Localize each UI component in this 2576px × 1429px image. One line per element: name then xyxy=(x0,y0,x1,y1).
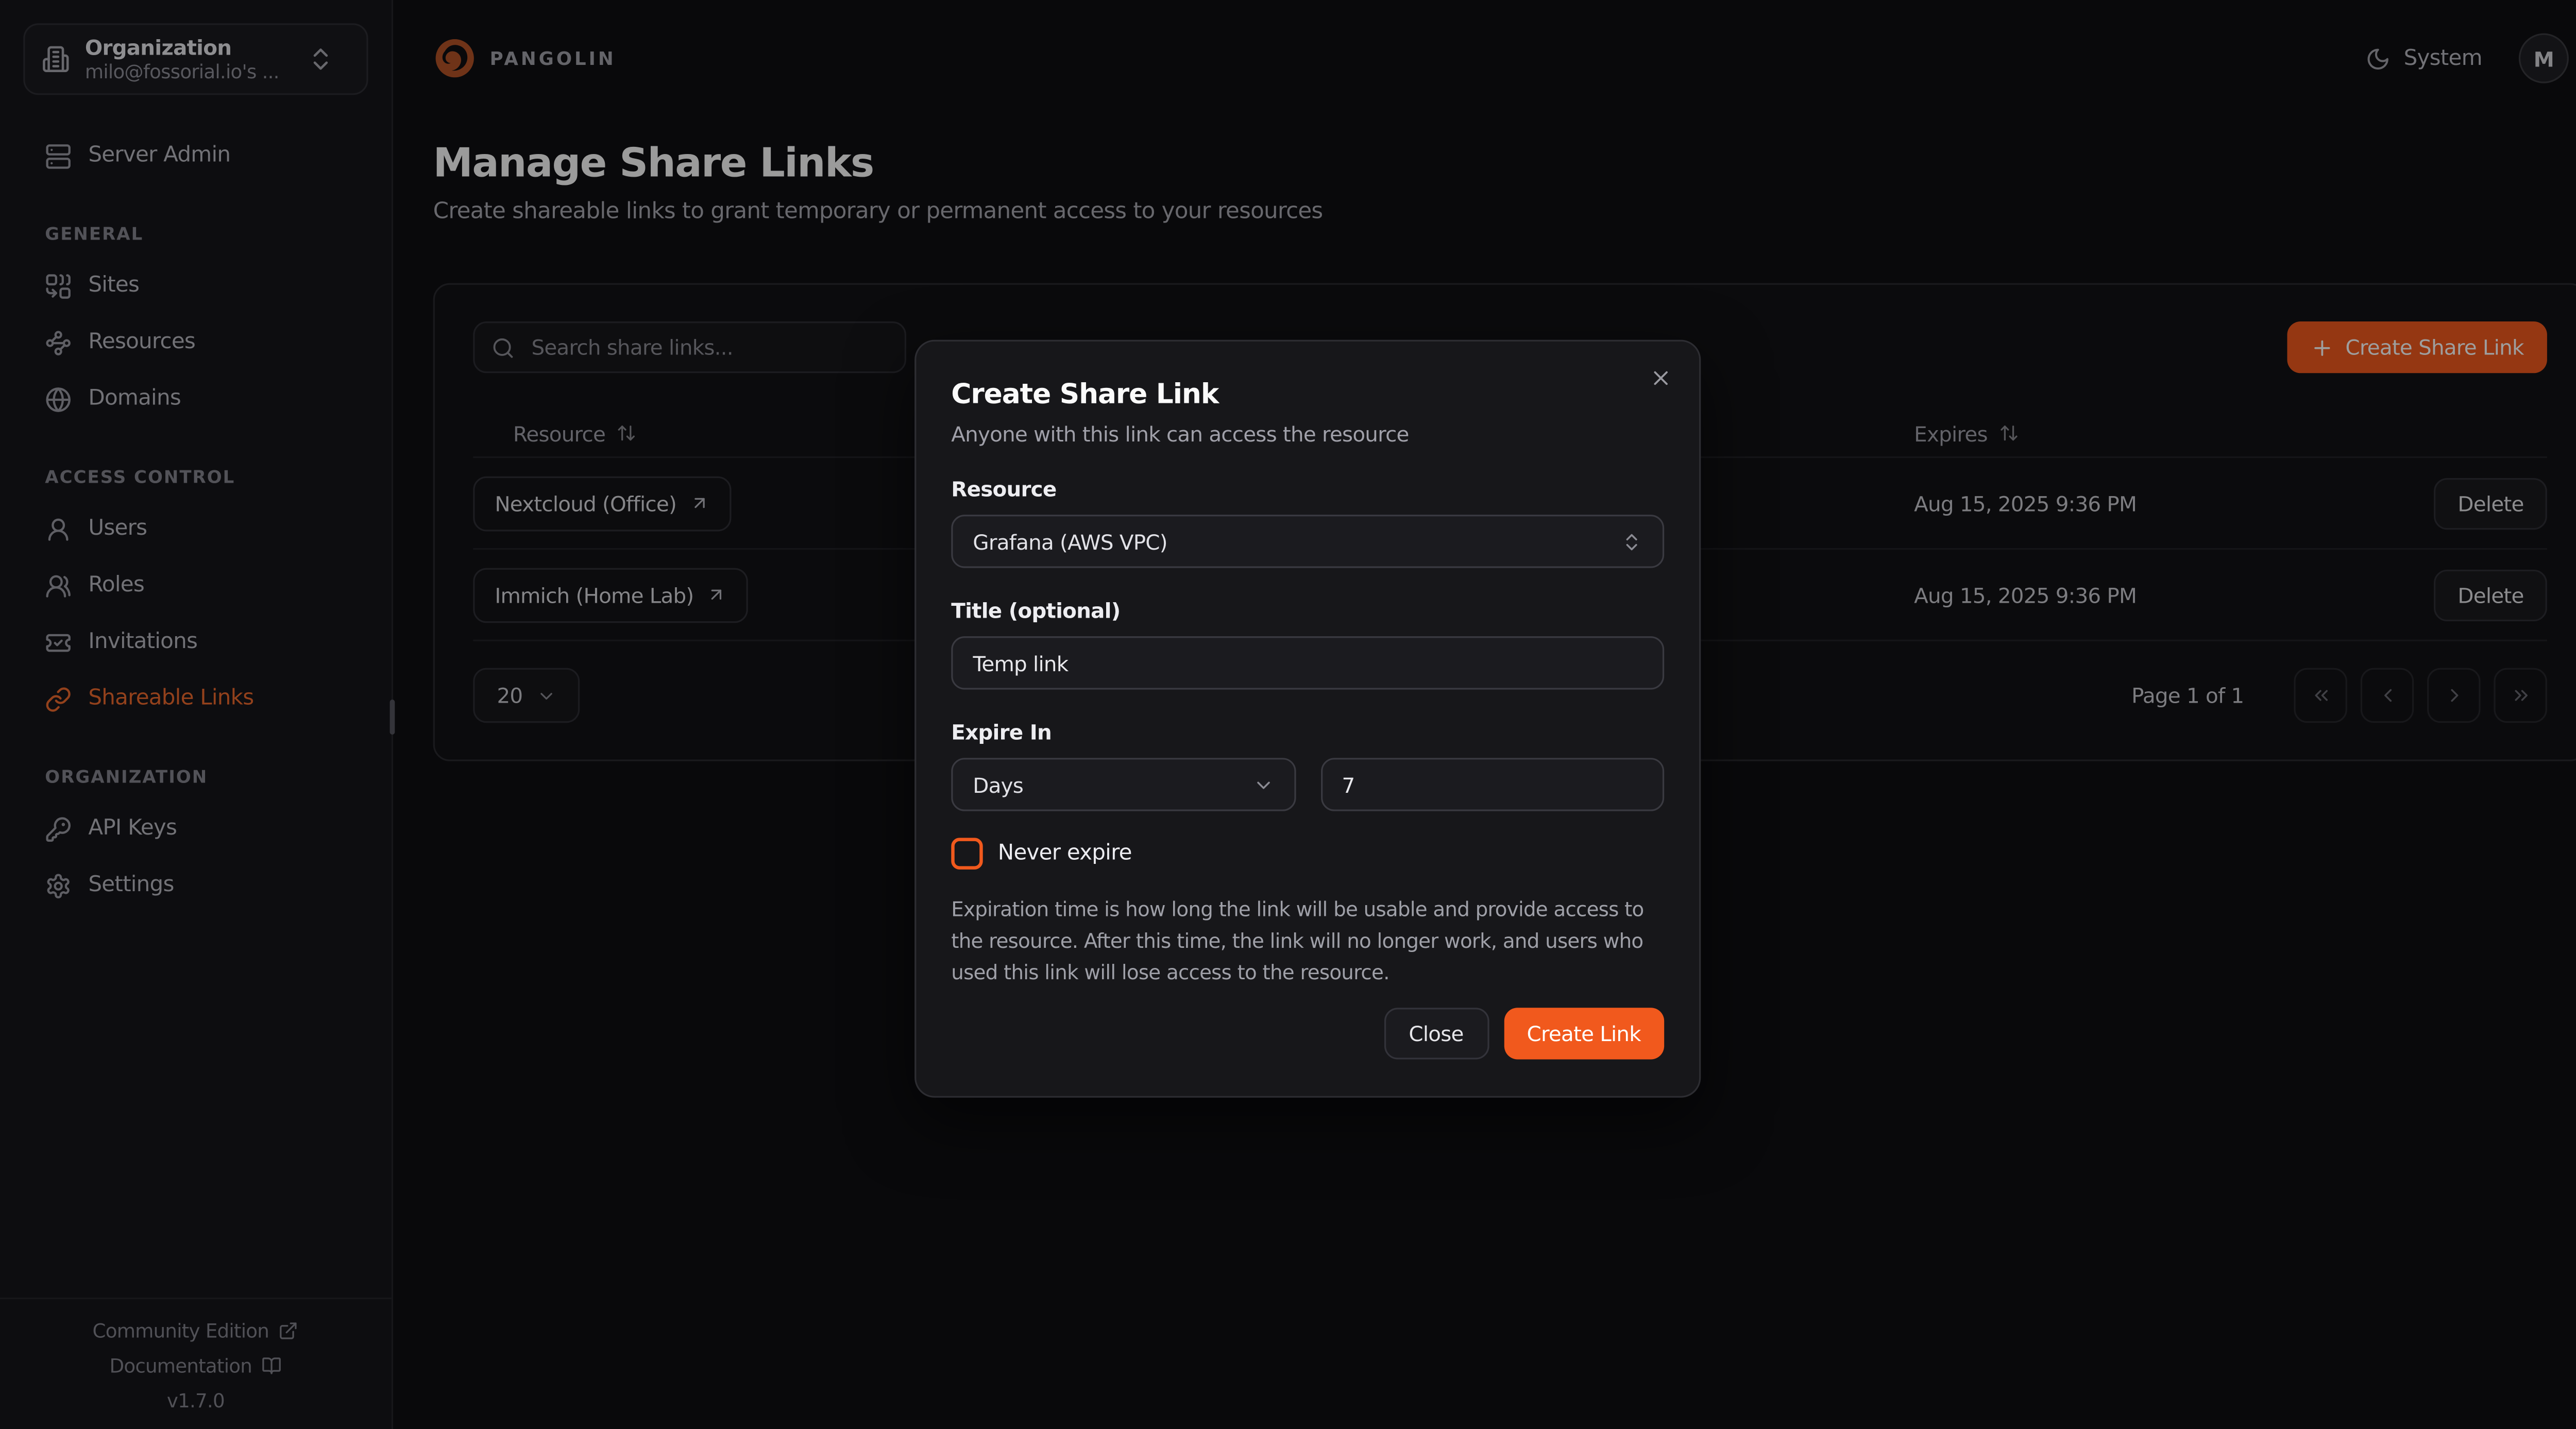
create-share-link-modal: Create Share Link Anyone with this link … xyxy=(914,340,1701,1098)
never-expire-label: Never expire xyxy=(998,841,1132,866)
chevrons-up-down-icon xyxy=(1621,531,1642,552)
never-expire-row[interactable]: Never expire xyxy=(951,838,1664,869)
chevron-down-icon xyxy=(1252,774,1274,795)
resource-field-label: Resource xyxy=(951,477,1664,502)
modal-title: Create Share Link xyxy=(951,378,1664,410)
resource-select[interactable]: Grafana (AWS VPC) xyxy=(951,515,1664,568)
expire-field-label: Expire In xyxy=(951,720,1664,745)
title-input[interactable] xyxy=(951,636,1664,689)
expiration-description: Expiration time is how long the link wil… xyxy=(951,894,1664,989)
resource-select-value: Grafana (AWS VPC) xyxy=(973,529,1621,554)
screen: Organization milo@fossorial.io's ... Ser… xyxy=(0,0,2576,1429)
x-icon xyxy=(1649,366,1672,389)
close-button[interactable]: Close xyxy=(1384,1008,1488,1059)
title-field-label: Title (optional) xyxy=(951,598,1664,623)
never-expire-checkbox[interactable] xyxy=(951,838,982,869)
expire-unit-select[interactable]: Days xyxy=(951,758,1295,811)
expire-unit-value: Days xyxy=(973,772,1252,797)
close-icon[interactable] xyxy=(1649,366,1672,389)
modal-subtitle: Anyone with this link can access the res… xyxy=(951,421,1664,447)
create-link-button[interactable]: Create Link xyxy=(1503,1008,1664,1059)
expire-amount-input[interactable] xyxy=(1320,758,1664,811)
